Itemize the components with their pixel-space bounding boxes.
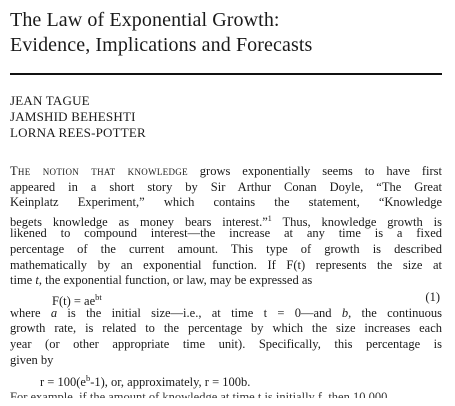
title-line-2: Evidence, Implications and Forecasts xyxy=(10,34,313,56)
body-line: time t, the exponential function, or law… xyxy=(10,273,313,288)
author-name: JEAN TAGUE xyxy=(10,93,90,108)
equation-exponent: bt xyxy=(95,291,102,302)
equation-number: (1) xyxy=(425,289,440,304)
title-line-1: The Law of Exponential Growth: xyxy=(10,9,280,31)
lead-in-smallcaps: The notion that knowledge xyxy=(10,164,188,178)
author-name: LORNA REES-POTTER xyxy=(10,125,146,140)
body-line: growth rate, is related to the percentag… xyxy=(10,321,442,336)
body-line: begets knowledge as money bears interest… xyxy=(10,213,442,229)
author-name: JAMSHID BEHESHTI xyxy=(10,109,136,124)
body-line: percentage of the current amount. This t… xyxy=(10,241,442,256)
body-line: given by xyxy=(10,352,54,367)
body-line: likened to compound interest—the increas… xyxy=(10,226,442,241)
body-line: year (or other appropriate time unit). S… xyxy=(10,336,442,351)
equation-lhs: F(t) = ae xyxy=(52,293,96,308)
body-line: Keinplatz Experiment,” which contains th… xyxy=(10,195,442,210)
body-text: The notion that knowledge grows exponent… xyxy=(10,164,442,398)
title-rule xyxy=(10,73,442,75)
paper-title: The Law of Exponential Growth: Evidence,… xyxy=(10,8,312,58)
body-line: appeared in a short story by Sir Arthur … xyxy=(10,179,442,194)
body-line: mathematically by an exponential functio… xyxy=(10,257,442,272)
equation-1: F(t) = aebt (1) xyxy=(10,289,442,308)
cut-off-line: For example, if the amount of knowledge … xyxy=(10,390,388,399)
author-list: JEAN TAGUE JAMSHID BEHESHTI LORNA REES-P… xyxy=(10,93,146,141)
equation-2: r = 100(eb-1), or, approximately, r = 10… xyxy=(40,373,251,390)
body-line: The notion that knowledge grows exponent… xyxy=(10,164,442,178)
paper-page: The Law of Exponential Growth: Evidence,… xyxy=(10,0,442,406)
